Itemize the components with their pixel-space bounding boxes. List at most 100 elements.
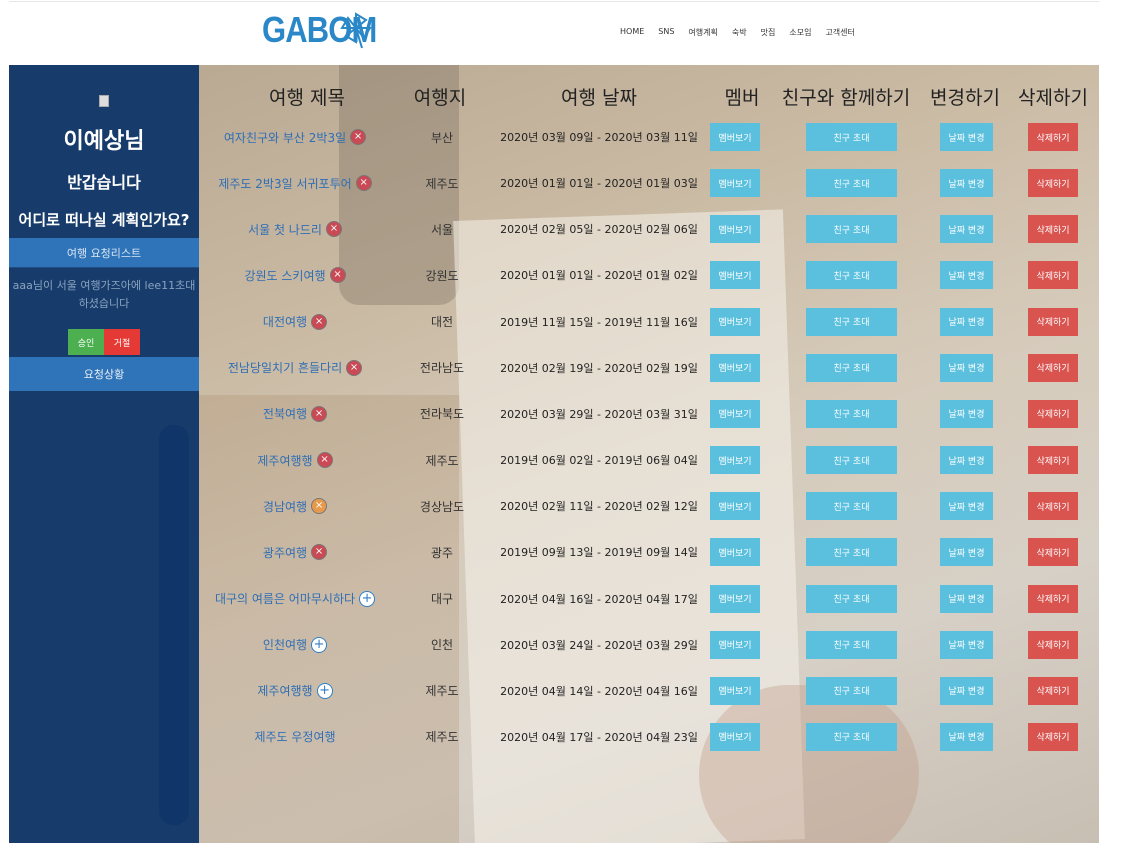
nav-lodging[interactable]: 숙박 [732, 27, 747, 38]
trip-title-link[interactable]: 제주도 2박3일 서귀포투어 [218, 175, 351, 192]
delete-icon[interactable]: × [325, 221, 342, 238]
change-date-button[interactable]: 날짜 변경 [940, 399, 993, 428]
nav-home[interactable]: HOME [620, 27, 644, 38]
change-date-button[interactable]: 날짜 변경 [940, 261, 993, 290]
nav-travel-plan[interactable]: 여행계획 [688, 27, 717, 38]
invite-friend-button[interactable]: 친구 초대 [806, 722, 897, 751]
view-members-button[interactable]: 멤버보기 [710, 261, 760, 290]
view-members-button[interactable]: 멤버보기 [710, 630, 760, 659]
invite-friend-button[interactable]: 친구 초대 [806, 584, 897, 613]
delete-icon[interactable]: × [329, 267, 346, 284]
add-icon[interactable]: + [311, 636, 328, 653]
change-date-button[interactable]: 날짜 변경 [940, 676, 993, 705]
delete-trip-button[interactable]: 삭제하기 [1028, 261, 1078, 290]
view-members-button[interactable]: 멤버보기 [710, 446, 760, 475]
invite-friend-button[interactable]: 친구 초대 [806, 307, 897, 336]
invite-friend-button[interactable]: 친구 초대 [806, 630, 897, 659]
view-members-button[interactable]: 멤버보기 [710, 353, 760, 382]
trip-title-link[interactable]: 강원도 스키여행 [244, 267, 325, 284]
change-date-button[interactable]: 날짜 변경 [940, 446, 993, 475]
delete-trip-button[interactable]: 삭제하기 [1028, 169, 1078, 198]
invite-friend-button[interactable]: 친구 초대 [806, 399, 897, 428]
delete-trip-button[interactable]: 삭제하기 [1028, 446, 1078, 475]
delete-trip-button[interactable]: 삭제하기 [1028, 630, 1078, 659]
view-members-button[interactable]: 멤버보기 [710, 123, 760, 151]
site-logo[interactable]: GABOM [262, 9, 395, 50]
change-date-button[interactable]: 날짜 변경 [940, 123, 993, 151]
trip-title-link[interactable]: 경남여행 [263, 498, 307, 515]
view-members-button[interactable]: 멤버보기 [710, 307, 760, 336]
trip-title-link[interactable]: 대구의 여름은 어마무시하다 [215, 590, 355, 607]
nav-sns[interactable]: SNS [658, 27, 674, 38]
change-date-button[interactable]: 날짜 변경 [940, 353, 993, 382]
delete-trip-button[interactable]: 삭제하기 [1028, 353, 1078, 382]
invite-friend-button[interactable]: 친구 초대 [806, 169, 897, 198]
change-date-button[interactable]: 날짜 변경 [940, 722, 993, 751]
change-date-button[interactable]: 날짜 변경 [940, 584, 993, 613]
delete-trip-button[interactable]: 삭제하기 [1028, 722, 1078, 751]
delete-icon[interactable]: × [346, 359, 363, 376]
delete-trip-button[interactable]: 삭제하기 [1028, 538, 1078, 567]
delete-orange-icon[interactable]: × [311, 498, 328, 515]
delete-trip-button[interactable]: 삭제하기 [1028, 492, 1078, 521]
change-date-button[interactable]: 날짜 변경 [940, 307, 993, 336]
trip-title-link[interactable]: 제주여행행 [257, 452, 312, 469]
request-list-button[interactable]: 여행 요청리스트 [9, 238, 199, 268]
request-status-button[interactable]: 요청상황 [9, 357, 199, 391]
invite-friend-button[interactable]: 친구 초대 [806, 492, 897, 521]
trip-date: 2020년 04월 17일 - 2020년 04월 23일 [500, 730, 698, 744]
change-date-button[interactable]: 날짜 변경 [940, 215, 993, 244]
view-members-button[interactable]: 멤버보기 [710, 215, 760, 244]
trip-title-link[interactable]: 전남당일치기 흔들다리 [228, 359, 342, 376]
change-date-button[interactable]: 날짜 변경 [940, 492, 993, 521]
change-date-button[interactable]: 날짜 변경 [940, 538, 993, 567]
delete-trip-button[interactable]: 삭제하기 [1028, 584, 1078, 613]
trip-title-link[interactable]: 여자친구와 부산 2박3일 [224, 129, 346, 146]
nav-meetup[interactable]: 소모임 [789, 27, 811, 38]
delete-trip-button[interactable]: 삭제하기 [1028, 307, 1078, 336]
invite-friend-button[interactable]: 친구 초대 [806, 446, 897, 475]
trip-title-link[interactable]: 제주도 우정여행 [254, 728, 335, 745]
delete-trip-button[interactable]: 삭제하기 [1028, 123, 1078, 151]
view-members-button[interactable]: 멤버보기 [710, 676, 760, 705]
view-members-button[interactable]: 멤버보기 [710, 492, 760, 521]
view-members-button[interactable]: 멤버보기 [710, 722, 760, 751]
trip-title-cell: 광주여행 × [199, 529, 391, 575]
change-date-button[interactable]: 날짜 변경 [940, 630, 993, 659]
nav-customer-center[interactable]: 고객센터 [825, 27, 854, 38]
invite-friend-button[interactable]: 친구 초대 [806, 123, 897, 151]
trip-date: 2020년 03월 29일 - 2020년 03월 31일 [500, 407, 698, 421]
view-members-button[interactable]: 멤버보기 [710, 584, 760, 613]
reject-button[interactable]: 거절 [104, 329, 140, 355]
trip-title-link[interactable]: 광주여행 [263, 544, 307, 561]
view-members-button[interactable]: 멤버보기 [710, 169, 760, 198]
invite-friend-button[interactable]: 친구 초대 [806, 676, 897, 705]
invite-friend-button[interactable]: 친구 초대 [806, 261, 897, 290]
delete-icon[interactable]: × [355, 175, 372, 192]
trip-title-link[interactable]: 서울 첫 나드리 [248, 221, 322, 238]
invite-friend-button[interactable]: 친구 초대 [806, 538, 897, 567]
trip-title-link[interactable]: 전북여행 [263, 405, 307, 422]
delete-trip-button[interactable]: 삭제하기 [1028, 215, 1078, 244]
trip-title-cell: 인천여행 + [199, 622, 391, 668]
delete-icon[interactable]: × [311, 405, 328, 422]
invite-friend-button[interactable]: 친구 초대 [806, 353, 897, 382]
trip-title-link[interactable]: 제주여행행 [257, 682, 312, 699]
change-date-button[interactable]: 날짜 변경 [940, 169, 993, 198]
view-members-button[interactable]: 멤버보기 [710, 399, 760, 428]
add-icon[interactable]: + [359, 590, 376, 607]
trip-title-link[interactable]: 대전여행 [263, 313, 307, 330]
approve-button[interactable]: 승인 [68, 329, 104, 355]
sidebar: 이예상님 반갑습니다 어디로 떠나실 계획인가요? 여행 요청리스트 aaa님이… [9, 65, 199, 843]
delete-icon[interactable]: × [311, 544, 328, 561]
nav-restaurants[interactable]: 맛집 [761, 27, 776, 38]
delete-trip-button[interactable]: 삭제하기 [1028, 676, 1078, 705]
invite-friend-button[interactable]: 친구 초대 [806, 215, 897, 244]
delete-icon[interactable]: × [350, 129, 367, 145]
delete-icon[interactable]: × [311, 313, 328, 330]
delete-icon[interactable]: × [316, 452, 333, 469]
trip-title-link[interactable]: 인천여행 [263, 636, 307, 653]
add-icon[interactable]: + [316, 682, 333, 699]
view-members-button[interactable]: 멤버보기 [710, 538, 760, 567]
delete-trip-button[interactable]: 삭제하기 [1028, 399, 1078, 428]
